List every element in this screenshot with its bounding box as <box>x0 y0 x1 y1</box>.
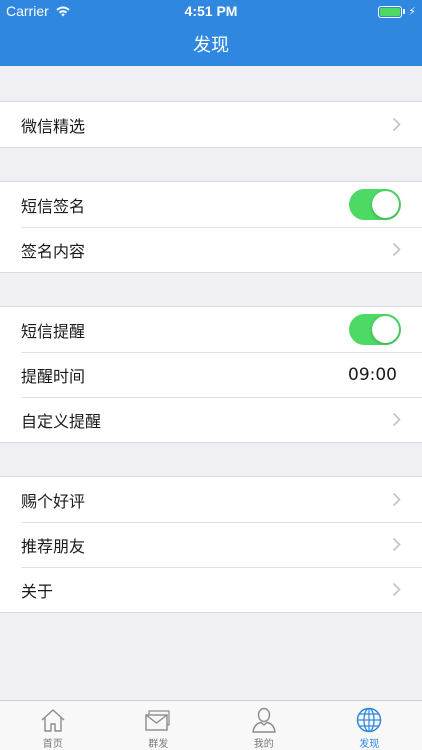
tab-mine[interactable]: 我的 <box>211 701 317 750</box>
battery-indicator: ⚡ <box>378 5 416 18</box>
row-label: 提醒时间 <box>21 366 86 386</box>
row-reminder-time[interactable]: 提醒时间 09:00 <box>0 352 422 397</box>
battery-icon <box>378 5 403 18</box>
chevron-right-icon <box>392 242 401 257</box>
section-wechat: 微信精选 <box>0 101 422 148</box>
envelope-icon <box>145 710 170 731</box>
sms-signature-toggle[interactable] <box>349 189 401 220</box>
sms-reminder-toggle[interactable] <box>349 314 401 345</box>
row-custom-reminder[interactable]: 自定义提醒 <box>0 397 422 442</box>
status-bar: Carrier 4:51 PM ⚡ <box>0 0 422 22</box>
section-about: 赐个好评 推荐朋友 关于 <box>0 476 422 613</box>
reminder-time-value: 09:00 <box>348 364 397 385</box>
tab-label: 首页 <box>42 739 63 750</box>
tab-discover[interactable]: 发现 <box>317 701 422 750</box>
chevron-right-icon <box>392 582 401 597</box>
page-title: 发现 <box>193 35 229 56</box>
row-sms-reminder: 短信提醒 <box>0 307 422 352</box>
row-recommend-friends[interactable]: 推荐朋友 <box>0 522 422 567</box>
row-label: 自定义提醒 <box>21 411 102 431</box>
row-about[interactable]: 关于 <box>0 567 422 612</box>
tab-home[interactable]: 首页 <box>0 701 106 750</box>
row-label: 签名内容 <box>21 241 86 261</box>
row-label: 赐个好评 <box>21 491 86 511</box>
chevron-right-icon <box>392 492 401 507</box>
row-label: 短信提醒 <box>21 321 86 341</box>
section-reminder: 短信提醒 提醒时间 09:00 自定义提醒 <box>0 306 422 443</box>
tab-label: 我的 <box>253 739 274 750</box>
tab-label: 发现 <box>359 739 380 750</box>
row-signature-content[interactable]: 签名内容 <box>0 227 422 272</box>
person-icon <box>252 707 276 733</box>
tab-mass-send[interactable]: 群发 <box>106 701 212 750</box>
row-wechat-featured[interactable]: 微信精选 <box>0 102 422 147</box>
tab-label: 群发 <box>148 739 169 750</box>
row-sms-signature: 短信签名 <box>0 182 422 227</box>
home-icon <box>41 709 65 732</box>
section-signature: 短信签名 签名内容 <box>0 181 422 273</box>
chevron-right-icon <box>392 412 401 427</box>
chevron-right-icon <box>392 117 401 132</box>
status-time: 4:51 PM <box>184 3 238 19</box>
lightning-bolt-icon: ⚡ <box>408 6 416 18</box>
row-label: 关于 <box>21 581 54 601</box>
row-rate-app[interactable]: 赐个好评 <box>0 477 422 522</box>
navigation-bar: 发现 <box>0 22 422 66</box>
row-label: 短信签名 <box>21 196 86 216</box>
row-label: 推荐朋友 <box>21 536 86 556</box>
tab-bar: 首页 群发 我的 发现 <box>0 700 422 750</box>
row-label: 微信精选 <box>21 116 86 136</box>
chevron-right-icon <box>392 537 401 552</box>
globe-icon <box>357 707 382 733</box>
